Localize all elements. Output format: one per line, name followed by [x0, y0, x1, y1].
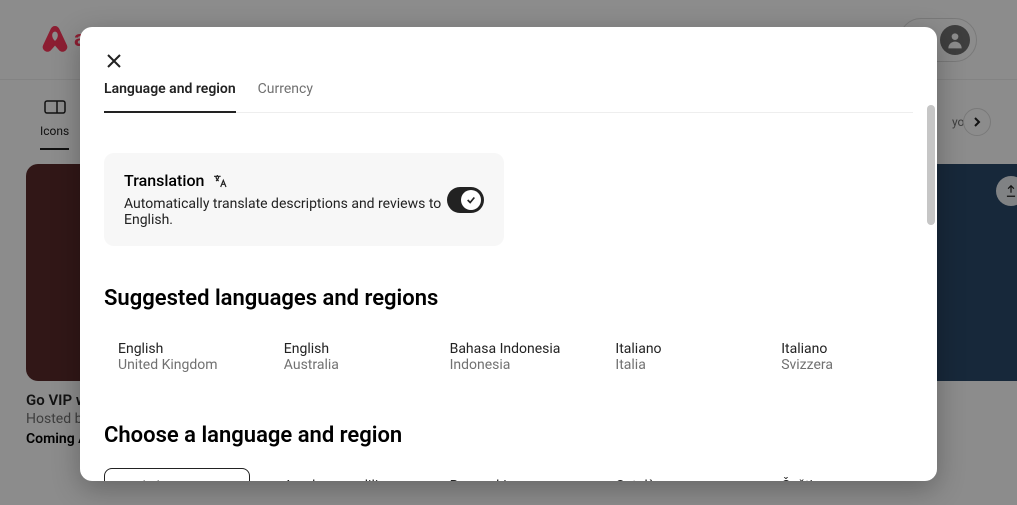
translation-title: Translation [124, 171, 447, 190]
lang-option[interactable]: BosanskiBosna i Hercegovina [436, 468, 582, 481]
suggested-heading: Suggested languages and regions [104, 286, 913, 311]
lang-option[interactable]: Azərbaycan diliAzərbaycan [270, 468, 416, 481]
lang-option[interactable]: EnglishUnited Kingdom [104, 331, 250, 383]
modal-tabs: Language and region Currency [104, 81, 913, 113]
tab-language-region[interactable]: Language and region [104, 81, 236, 113]
choose-heading: Choose a language and region [104, 423, 913, 448]
close-icon [107, 54, 121, 68]
check-icon [466, 195, 476, 205]
tab-currency[interactable]: Currency [258, 81, 313, 112]
translation-panel: Translation Automatically translate desc… [104, 153, 504, 246]
lang-option[interactable]: Bahasa IndonesiaIndonesia [436, 331, 582, 383]
lang-option[interactable]: ItalianoItalia [601, 331, 747, 383]
scrollbar[interactable] [927, 105, 935, 225]
lang-option[interactable]: EnglishAustralia [270, 331, 416, 383]
language-modal: Language and region Currency Translation… [80, 27, 937, 481]
lang-option[interactable]: CatalàEspanya [601, 468, 747, 481]
lang-option[interactable]: ItalianoSvizzera [767, 331, 913, 383]
translation-toggle[interactable] [447, 187, 484, 213]
lang-option[interactable]: ČeštinaČeská republika [767, 468, 913, 481]
suggested-grid: EnglishUnited Kingdom EnglishAustralia B… [104, 331, 913, 383]
translation-desc: Automatically translate descriptions and… [124, 196, 447, 228]
lang-option-selected[interactable]: EnglishUnited States [104, 468, 250, 481]
translate-icon [212, 173, 228, 189]
close-button[interactable] [100, 47, 128, 75]
choose-grid: EnglishUnited States Azərbaycan diliAzər… [104, 468, 913, 481]
toggle-knob [461, 190, 481, 210]
